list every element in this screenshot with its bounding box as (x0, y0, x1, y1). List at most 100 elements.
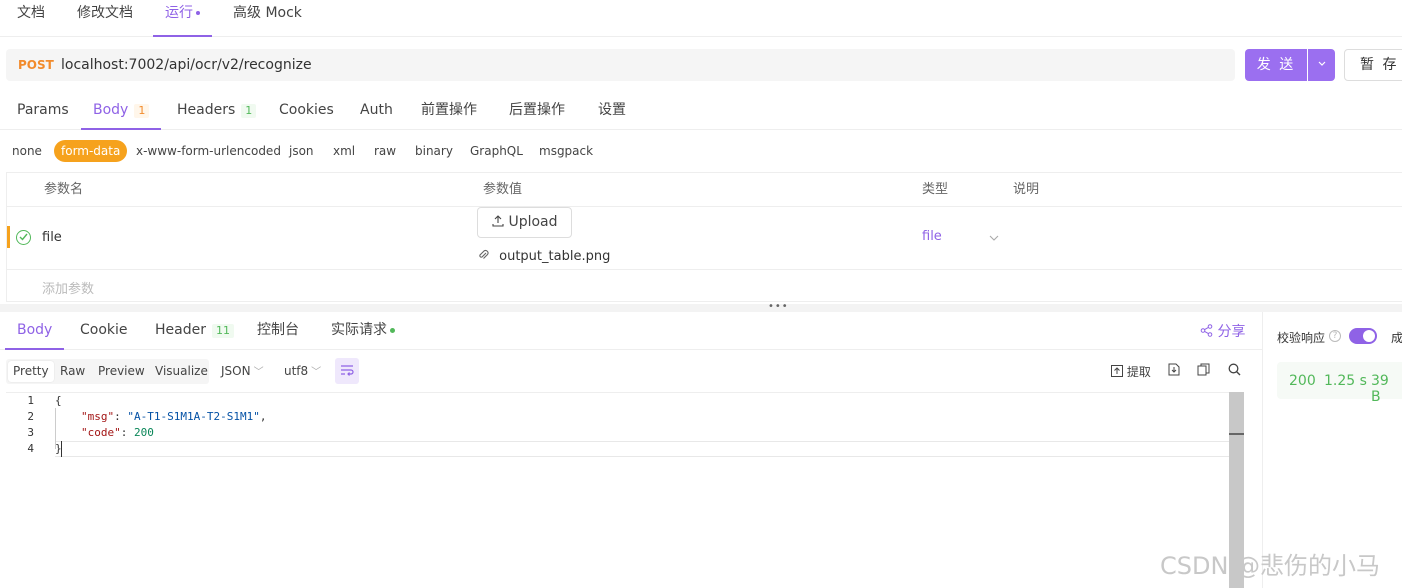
send-button[interactable]: 发 送 (1245, 49, 1307, 81)
row-divider (7, 206, 1402, 207)
resp-tab-console[interactable]: 控制台 (257, 312, 299, 350)
response-body-editor[interactable]: 1 2 3 4 { "msg": "A-T1-S1M1A-T2-S1M1", "… (6, 392, 1244, 588)
code-line: "msg": "A-T1-S1M1A-T2-S1M1", (81, 410, 267, 423)
tab-run-label: 运行 (165, 5, 193, 21)
search-icon[interactable] (1228, 363, 1241, 379)
line-number: 2 (27, 410, 34, 423)
col-header-desc: 说明 (1013, 182, 1040, 197)
tab-pre-ops[interactable]: 前置操作 (421, 90, 477, 130)
body-type-raw[interactable]: raw (374, 140, 396, 162)
validate-response-toggle[interactable] (1349, 328, 1377, 344)
resp-tab-actual-request-label: 实际请求 (331, 322, 387, 338)
tab-body[interactable]: Body 1 (81, 90, 162, 130)
text-cursor (61, 441, 62, 457)
body-type-msgpack[interactable]: msgpack (539, 140, 593, 162)
tab-run[interactable]: 运行 (153, 0, 212, 37)
top-tab-bar: 文档 修改文档 运行 高级 Mock (0, 0, 1402, 37)
view-mode-segmented: Pretty Raw Preview Visualize (6, 359, 209, 384)
tab-body-label: Body (93, 102, 129, 118)
json-string-value: "A-T1-S1M1A-T2-S1M1" (127, 410, 260, 423)
body-type-json[interactable]: json (289, 140, 314, 162)
tab-auth[interactable]: Auth (360, 90, 393, 130)
drag-handle-icon[interactable]: ••• (768, 301, 789, 312)
send-options-chevron-down-icon[interactable] (1308, 49, 1335, 81)
param-name-input[interactable]: file (42, 230, 62, 245)
scrollbar-position-marker (1229, 433, 1244, 435)
body-type-binary[interactable]: binary (415, 140, 453, 162)
view-visualize-button[interactable]: Visualize (150, 361, 213, 382)
download-icon[interactable] (1167, 363, 1180, 379)
format-select-label: JSON (221, 364, 251, 378)
body-type-form-data[interactable]: form-data (54, 140, 128, 162)
encoding-select[interactable]: utf8 ﹀ (284, 363, 321, 378)
view-raw-button[interactable]: Raw (55, 361, 90, 382)
share-button[interactable]: 分享 (1200, 321, 1245, 341)
response-time: 1.25 s (1324, 373, 1367, 389)
save-button[interactable]: 暂 存 (1344, 49, 1402, 81)
tab-post-ops[interactable]: 后置操作 (509, 90, 565, 130)
add-param-input[interactable]: 添加参数 (42, 278, 94, 297)
current-line-highlight (55, 441, 1244, 457)
code-line: { (55, 394, 62, 407)
chevron-down-icon: ﹀ (253, 367, 264, 378)
method-select[interactable]: POST (18, 49, 54, 81)
body-type-graphql[interactable]: GraphQL (470, 140, 523, 162)
row-active-marker (7, 226, 10, 248)
extract-button[interactable]: 提取 (1111, 363, 1151, 380)
chevron-down-icon: ﹀ (311, 367, 322, 378)
status-dot-icon (390, 327, 395, 333)
attached-file[interactable]: output_table.png (478, 249, 610, 264)
header-count-badge: 11 (211, 324, 234, 338)
app-root: 文档 修改文档 运行 高级 Mock POST localhost:7002/a… (0, 0, 1402, 588)
resp-tab-header[interactable]: Header 11 (155, 312, 234, 350)
params-table: 参数名 参数值 类型 说明 file Upload output_table.p… (6, 172, 1402, 302)
resp-tab-cookie[interactable]: Cookie (80, 312, 128, 350)
body-type-none[interactable]: none (12, 140, 42, 162)
tab-cookies[interactable]: Cookies (279, 90, 334, 130)
tab-mock[interactable]: 高级 Mock (233, 0, 302, 37)
tab-headers-label: Headers (177, 102, 236, 118)
headers-count-badge: 1 (241, 104, 257, 118)
view-pretty-button[interactable]: Pretty (8, 361, 54, 382)
extract-icon (1111, 365, 1127, 379)
line-number: 1 (27, 394, 34, 407)
upload-label: Upload (508, 214, 558, 230)
word-wrap-icon[interactable] (335, 358, 359, 384)
status-code: 200 (1289, 373, 1316, 389)
copy-icon[interactable] (1197, 363, 1210, 379)
line-number: 3 (27, 426, 34, 439)
col-header-type: 类型 (922, 182, 949, 197)
tab-doc[interactable]: 文档 (17, 0, 45, 37)
success-label: 成 (1391, 331, 1402, 345)
share-label: 分享 (1217, 324, 1246, 340)
url-bar[interactable]: POST localhost:7002/api/ocr/v2/recognize (6, 49, 1235, 81)
format-select[interactable]: JSON ﹀ (221, 363, 264, 378)
resp-tab-header-label: Header (155, 322, 206, 338)
paperclip-icon (478, 249, 493, 264)
url-input[interactable]: localhost:7002/api/ocr/v2/recognize (61, 49, 312, 81)
line-number: 4 (27, 442, 34, 455)
chevron-down-icon[interactable] (989, 230, 999, 244)
attached-file-name: output_table.png (499, 249, 611, 264)
enabled-check-icon[interactable] (16, 230, 31, 245)
validate-response-label: 校验响应 (1277, 331, 1326, 345)
resp-tab-body[interactable]: Body (5, 312, 65, 350)
tab-params[interactable]: Params (17, 90, 69, 130)
help-icon[interactable]: ? (1329, 330, 1341, 342)
share-icon (1200, 324, 1217, 340)
response-size: 39 B (1371, 373, 1389, 405)
tab-headers[interactable]: Headers 1 (177, 90, 257, 130)
panel-splitter[interactable] (0, 304, 1402, 312)
param-type-select[interactable]: file (922, 229, 942, 244)
unsaved-dot-icon (196, 11, 200, 15)
body-type-urlencoded[interactable]: x-www-form-urlencoded (136, 140, 281, 162)
resp-tab-actual-request[interactable]: 实际请求 (331, 312, 395, 350)
json-number-value: 200 (134, 426, 154, 439)
body-count-badge: 1 (134, 104, 150, 118)
tab-settings[interactable]: 设置 (598, 90, 626, 130)
response-tab-bar: Body Cookie Header 11 控制台 实际请求 (0, 312, 1262, 350)
view-preview-button[interactable]: Preview (93, 361, 150, 382)
body-type-xml[interactable]: xml (333, 140, 355, 162)
upload-button[interactable]: Upload (477, 207, 572, 238)
tab-edit-doc[interactable]: 修改文档 (77, 0, 133, 37)
